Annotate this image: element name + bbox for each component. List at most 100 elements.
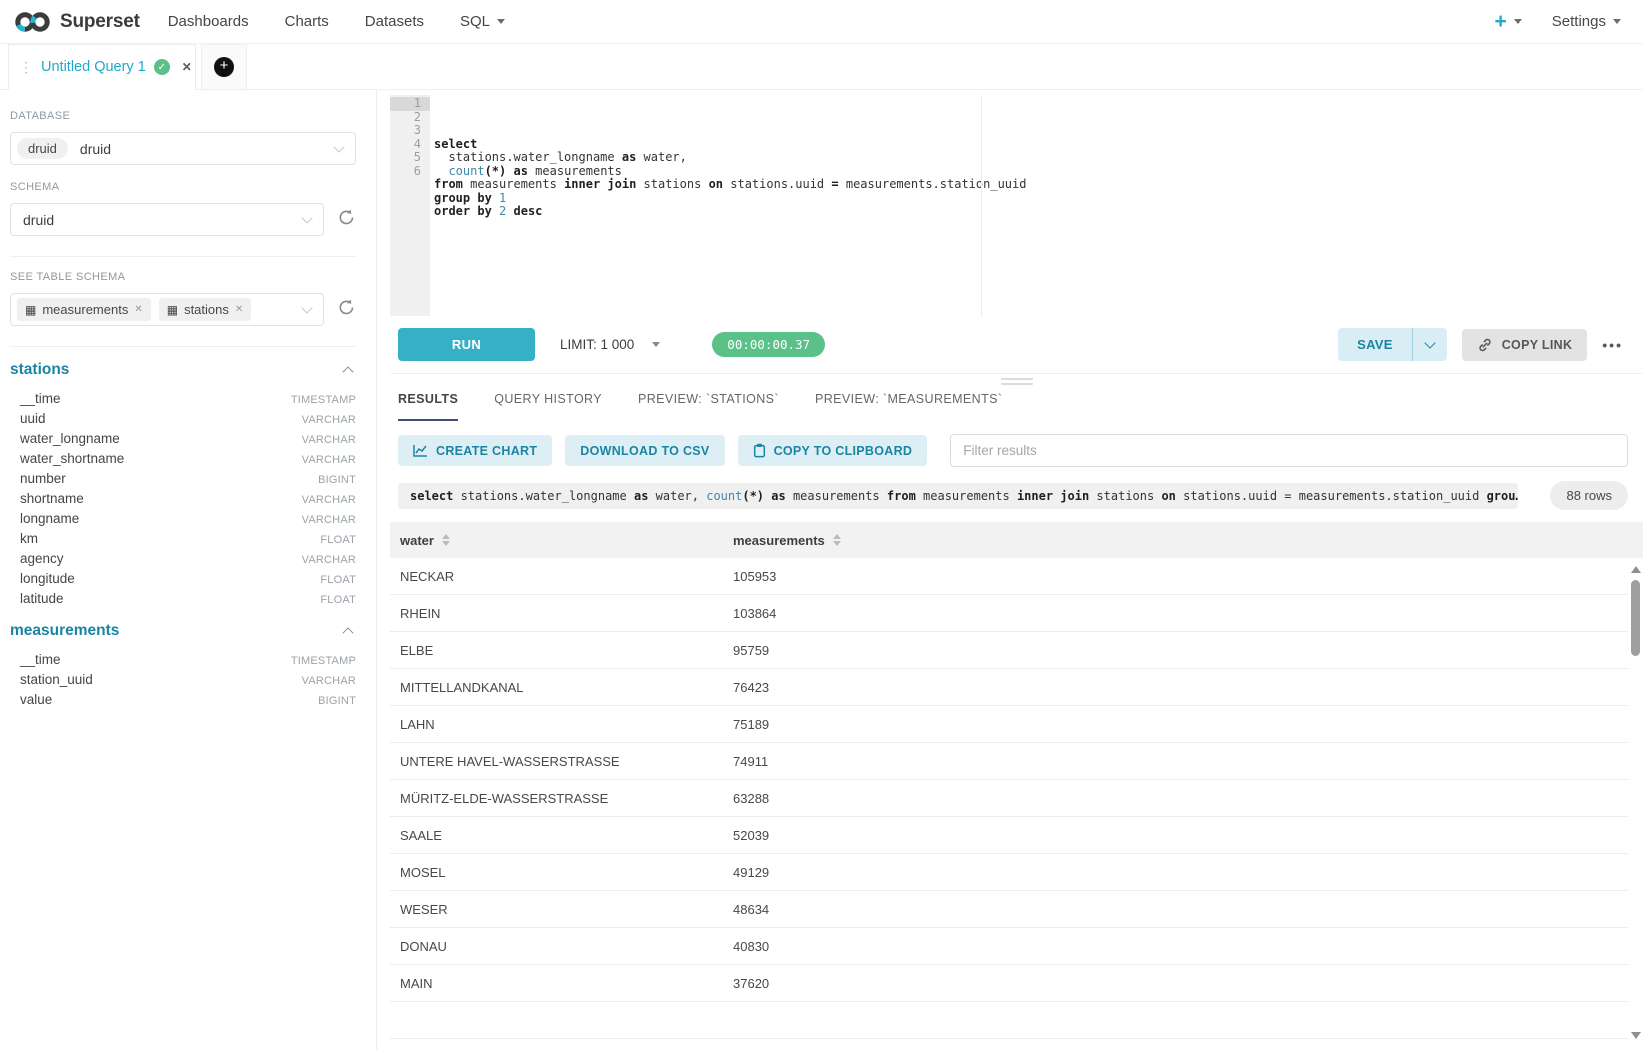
sql-token: stations [1089,489,1161,503]
table-row[interactable]: MOSEL49129 [390,854,1628,891]
column-type: FLOAT [320,594,356,606]
create-chart-button[interactable]: CREATE CHART [398,435,552,466]
chevron-down-icon [497,19,505,24]
remove-table-icon[interactable]: ✕ [235,304,243,315]
cell-measurements: 76423 [723,680,1628,695]
refresh-tables-icon[interactable] [337,298,356,322]
tab-query-history[interactable]: QUERY HISTORY [494,392,602,421]
clipboard-icon [753,443,766,458]
plus-icon: + [1495,11,1507,32]
database-label: DATABASE [10,110,356,122]
copy-clipboard-button[interactable]: COPY TO CLIPBOARD [738,435,928,466]
sql-token [506,164,513,178]
table-row[interactable]: MAIN37620 [390,965,1628,1002]
table-row[interactable]: MITTELLANDKANAL76423 [390,669,1628,706]
more-actions-button[interactable]: ••• [1602,337,1623,353]
schema-column-row: __timeTIMESTAMP [10,388,356,408]
sort-icon[interactable] [833,534,841,546]
table-row[interactable]: NECKAR105953 [390,558,1628,595]
results-tabbar: RESULTS QUERY HISTORY PREVIEW: `STATIONS` P… [390,392,1643,421]
sql-editor[interactable]: 123456 select stations.water_longname as… [390,95,1643,316]
sql-token: on [709,177,723,191]
table-icon: ▦ [25,303,36,317]
nav-item-datasets[interactable]: Datasets [365,13,424,30]
column-name: agency [20,551,64,566]
scroll-down-icon[interactable] [1631,1032,1641,1039]
editor-code[interactable]: select stations.water_longname as water,… [430,95,1643,316]
table-schema-label: SEE TABLE SCHEMA [10,271,356,283]
tab-preview-measurements[interactable]: PREVIEW: `MEASUREMENTS` [815,392,1002,421]
column-type: TIMESTAMP [291,655,356,667]
scroll-up-icon[interactable] [1631,566,1641,573]
table-row[interactable]: LAHN75189 [390,706,1628,743]
table-section-stations[interactable]: stations [10,361,356,379]
query-tab-active[interactable]: ⋮ Untitled Query 1 ✓ ✕ [8,44,196,90]
column-header-measurements[interactable]: measurements [723,533,1643,548]
gutter-line-number: 5 [390,151,430,165]
grid-scrollbar[interactable] [1628,558,1643,1044]
nav-item-charts[interactable]: Charts [285,13,329,30]
refresh-schema-icon[interactable] [337,208,356,232]
cell-measurements: 37620 [723,976,1628,991]
plus-circle-icon: + [214,57,234,77]
chevron-down-icon [301,212,312,223]
remove-table-icon[interactable]: ✕ [134,304,142,315]
limit-dropdown[interactable]: LIMIT: 1 000 [560,337,634,352]
sql-token: select [434,137,477,151]
table-row[interactable]: WESER48634 [390,891,1628,928]
add-query-tab-button[interactable]: + [201,44,247,89]
table-row-partial [390,1002,1628,1039]
cell-measurements: 75189 [723,717,1628,732]
column-name: __time [20,391,61,406]
chevron-up-icon[interactable] [342,627,353,638]
sort-icon[interactable] [442,534,450,546]
nav-item-dashboards[interactable]: Dashboards [168,13,249,30]
nav-item-sql[interactable]: SQL [460,13,505,30]
sql-token: inner join [564,177,636,191]
column-type: BIGINT [318,695,356,707]
save-split-button[interactable]: SAVE [1338,328,1447,361]
table-row[interactable]: ELBE95759 [390,632,1628,669]
table-row[interactable]: MÜRITZ-ELDE-WASSERSTRASSE63288 [390,780,1628,817]
save-button[interactable]: SAVE [1338,328,1412,361]
selected-table-pill[interactable]: ▦measurements✕ [17,298,151,321]
table-row[interactable]: RHEIN103864 [390,595,1628,632]
drag-grip-icon[interactable]: ⋮ [19,59,33,76]
new-item-button[interactable]: + [1495,11,1522,32]
sql-token: as [514,164,528,178]
resize-handle[interactable] [1001,378,1033,388]
code-line: group by 1 [434,192,1643,206]
close-tab-icon[interactable]: ✕ [182,60,192,74]
gutter-line-number: 1 [390,97,430,111]
run-button[interactable]: RUN [398,328,535,361]
table-select[interactable]: ▦measurements✕ ▦stations✕ [10,293,324,326]
top-navbar: Superset Dashboards Charts Datasets SQL + S… [0,0,1643,44]
column-header-water[interactable]: water [390,533,723,548]
download-csv-button[interactable]: DOWNLOAD TO CSV [565,435,724,466]
sql-token: = [831,177,838,191]
cell-measurements: 95759 [723,643,1628,658]
tab-results[interactable]: RESULTS [398,392,458,421]
results-actions: CREATE CHART DOWNLOAD TO CSV COPY TO CLI… [390,434,1643,467]
superset-logo[interactable]: Superset [14,11,140,33]
table-row[interactable]: UNTERE HAVEL-WASSERSTRASSE74911 [390,743,1628,780]
cell-measurements: 52039 [723,828,1628,843]
sql-token: grou… [1487,489,1519,503]
table-row[interactable]: SAALE52039 [390,817,1628,854]
schema-select[interactable]: druid [10,203,324,236]
copy-link-button[interactable]: COPY LINK [1462,329,1588,361]
save-dropdown-button[interactable] [1412,328,1447,361]
chevron-up-icon[interactable] [342,366,353,377]
table-row[interactable]: DONAU40830 [390,928,1628,965]
scrollbar-thumb[interactable] [1631,580,1640,656]
column-type: FLOAT [320,534,356,546]
sql-token: stations.water_longname [434,150,622,164]
table-section-measurements[interactable]: measurements [10,622,356,640]
selected-table-pill[interactable]: ▦stations✕ [159,298,252,321]
tab-preview-stations[interactable]: PREVIEW: `STATIONS` [638,392,779,421]
filter-results-input[interactable] [950,434,1628,467]
chevron-down-icon[interactable] [652,342,660,347]
database-select[interactable]: druid druid [10,132,356,165]
nav-item-label: Datasets [365,13,424,30]
settings-menu[interactable]: Settings [1552,13,1621,30]
